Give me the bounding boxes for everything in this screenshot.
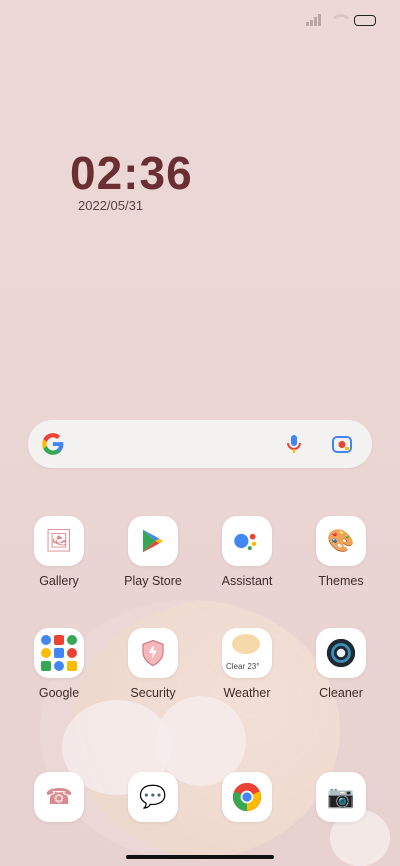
assistant-icon [222, 516, 272, 566]
weather-icon: Clear 23° [222, 628, 272, 678]
clock-date[interactable]: 2022/05/31 [78, 198, 143, 213]
battery-icon [354, 14, 376, 26]
chrome-icon [222, 772, 272, 822]
dock-camera[interactable]: 📷 [298, 772, 384, 822]
camera-icon: 📷 [316, 772, 366, 822]
app-label: Weather [223, 686, 271, 700]
lens-camera-icon[interactable] [330, 432, 354, 456]
google-logo-icon [42, 433, 64, 455]
signal-icon [306, 14, 322, 26]
weather-badge: Clear 23° [226, 662, 260, 671]
security-icon [128, 628, 178, 678]
status-bar [306, 14, 376, 26]
themes-icon: 🎨 [316, 516, 366, 566]
app-security[interactable]: Security [110, 628, 196, 700]
app-label: Assistant [221, 574, 273, 588]
app-label: Cleaner [319, 686, 363, 700]
app-label: Gallery [39, 574, 79, 588]
clock-time[interactable]: 02:36 [70, 146, 193, 200]
gallery-icon: 🖼 [34, 516, 84, 566]
app-google-folder[interactable]: Google [16, 628, 102, 700]
app-gallery[interactable]: 🖼 Gallery [16, 516, 102, 588]
app-label: Play Store [124, 574, 182, 588]
dock-messages[interactable]: 💬 [110, 772, 196, 822]
app-weather[interactable]: Clear 23° Weather [204, 628, 290, 700]
cleaner-icon [316, 628, 366, 678]
google-search-bar[interactable] [28, 420, 372, 468]
app-play-store[interactable]: Play Store [110, 516, 196, 588]
app-cleaner[interactable]: Cleaner [298, 628, 384, 700]
app-label: Security [130, 686, 176, 700]
app-assistant[interactable]: Assistant [204, 516, 290, 588]
wifi-icon [330, 14, 352, 26]
phone-icon: ☎ [34, 772, 84, 822]
app-themes[interactable]: 🎨 Themes [298, 516, 384, 588]
microphone-icon[interactable] [282, 432, 306, 456]
messages-icon: 💬 [128, 772, 178, 822]
gesture-nav-bar[interactable] [126, 855, 274, 859]
dock-phone[interactable]: ☎ [16, 772, 102, 822]
play-store-icon [128, 516, 178, 566]
app-label: Themes [318, 574, 364, 588]
dock-chrome[interactable] [204, 772, 290, 822]
app-label: Google [38, 686, 80, 700]
google-folder-icon [34, 628, 84, 678]
